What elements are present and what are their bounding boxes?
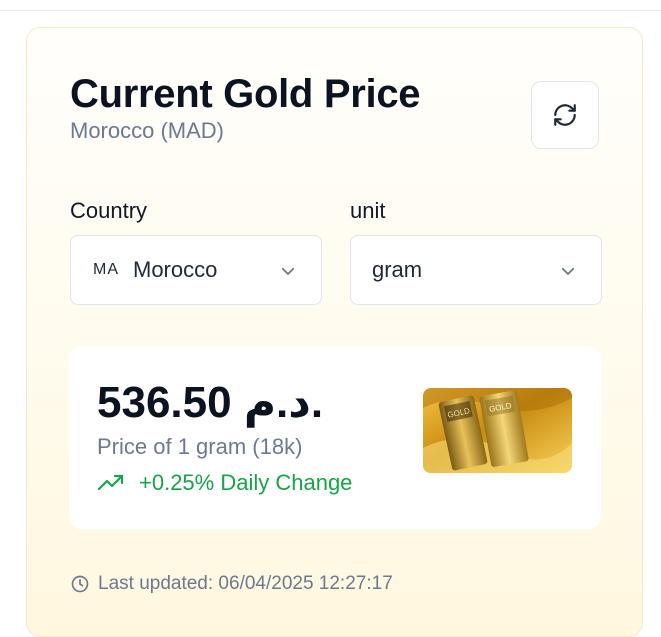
gold-price-card: Current Gold Price Morocco (MAD) Country…: [26, 27, 643, 637]
country-select[interactable]: MA Morocco: [70, 235, 322, 305]
page-subtitle: Morocco (MAD): [70, 118, 225, 143]
top-divider: [0, 10, 661, 11]
clock-icon: [71, 575, 89, 593]
chevron-down-icon: [561, 267, 575, 275]
last-updated: Last updated: 06/04/2025 12:27:17: [70, 573, 393, 595]
daily-change-text: +0.25% Daily Change: [139, 470, 353, 495]
country-value: Morocco: [133, 257, 218, 282]
unit-label: unit: [350, 198, 386, 223]
trending-up-icon: [97, 474, 124, 491]
unit-select[interactable]: gram: [350, 235, 602, 305]
gold-bars-image: GOLD GOLD: [423, 388, 572, 473]
country-code: MA: [93, 261, 119, 278]
country-label: Country: [70, 198, 148, 223]
price-description: Price of 1 gram (18k): [97, 434, 303, 459]
page-title: Current Gold Price: [70, 72, 421, 116]
chevron-down-icon: [281, 267, 295, 275]
price-panel: 536.50 د.م. Price of 1 gram (18k) +0.25%…: [69, 347, 601, 529]
unit-value: gram: [372, 257, 423, 282]
last-updated-text: Last updated: 06/04/2025 12:27:17: [98, 573, 393, 594]
daily-change: +0.25% Daily Change: [97, 470, 352, 496]
refresh-icon: [554, 104, 576, 126]
refresh-button[interactable]: [531, 81, 599, 149]
gold-price-value: 536.50 د.م.: [97, 378, 324, 427]
